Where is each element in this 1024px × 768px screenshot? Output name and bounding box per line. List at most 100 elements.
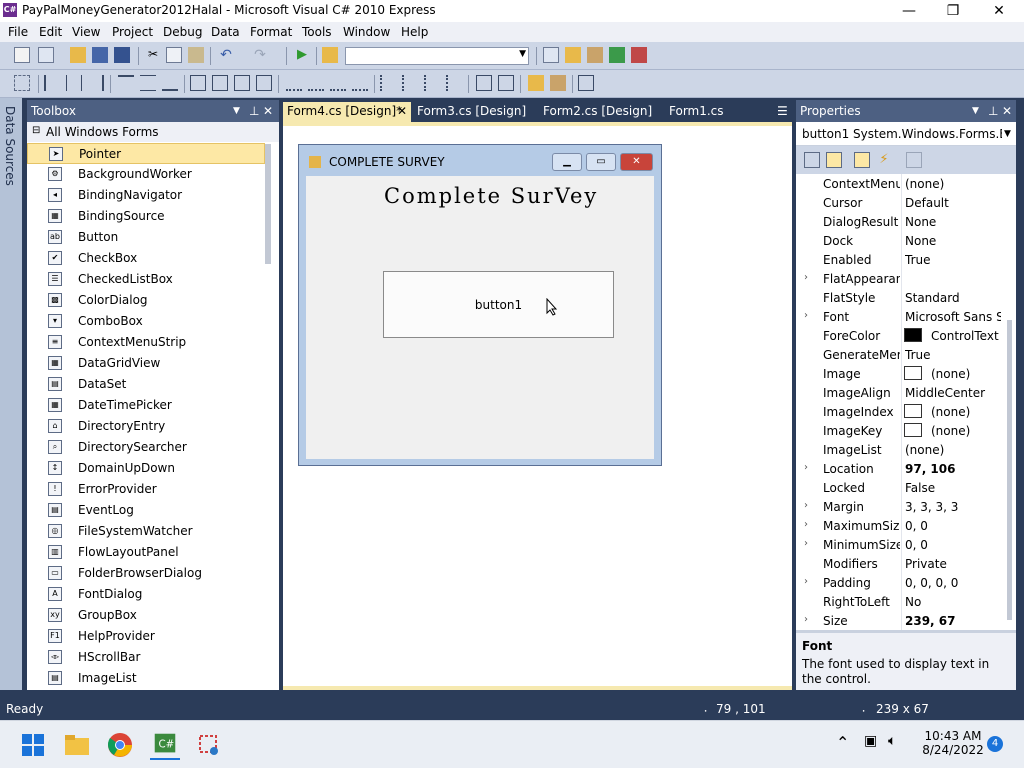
menu-edit[interactable]: Edit (39, 25, 62, 39)
property-row[interactable]: ImageList (none) (796, 440, 1002, 459)
align-rights-icon[interactable] (88, 75, 104, 91)
property-row[interactable]: Locked False (796, 478, 1002, 497)
property-value[interactable]: Default (905, 196, 1001, 210)
make-same-width-icon[interactable] (190, 75, 206, 91)
menu-debug[interactable]: Debug (163, 25, 202, 39)
property-value[interactable]: (none) (931, 424, 1001, 438)
property-value[interactable]: (none) (905, 443, 1001, 457)
property-row[interactable]: Enabled True (796, 250, 1002, 269)
undo-icon[interactable]: ↶ (218, 47, 234, 63)
redo-icon[interactable]: ↷ (252, 47, 268, 63)
file-explorer-icon[interactable] (62, 730, 92, 760)
events-icon[interactable]: ⚡ (876, 152, 892, 168)
menu-project[interactable]: Project (112, 25, 153, 39)
send-to-back-icon[interactable] (550, 75, 566, 91)
toolbox-item[interactable]: ◎ FileSystemWatcher (27, 521, 265, 542)
remove-horizontal-spacing-icon[interactable] (352, 75, 368, 91)
chrome-icon[interactable] (105, 730, 135, 760)
align-middles-icon[interactable] (140, 75, 156, 91)
close-button[interactable]: ✕ (976, 0, 1022, 22)
property-value[interactable]: (none) (931, 405, 1001, 419)
object-selector[interactable]: button1 System.Windows.Forms.Butt ▼ (796, 122, 1016, 146)
expand-icon[interactable]: › (804, 462, 808, 473)
notification-badge[interactable]: 4 (987, 736, 1003, 752)
toolbox-item[interactable]: ▤ EventLog (27, 500, 265, 521)
toolbox-item[interactable]: ◂ BindingNavigator (27, 185, 265, 206)
maximize-button[interactable]: ❐ (930, 0, 976, 22)
property-value[interactable]: Standard (905, 291, 1001, 305)
find-in-files-icon[interactable] (322, 47, 338, 63)
form-client-area[interactable]: Complete SurVey button1 (306, 176, 654, 459)
property-value[interactable]: 3, 3, 3, 3 (905, 500, 1001, 514)
dropdown-icon[interactable]: ▼ (972, 106, 979, 116)
start-debugging-icon[interactable]: ▶ (294, 47, 310, 63)
property-value[interactable]: ControlText (931, 329, 1001, 343)
toolbox-item[interactable]: ▦ BindingSource (27, 206, 265, 227)
property-row[interactable]: GenerateMeml True (796, 345, 1002, 364)
visual-csharp-icon[interactable]: C# (150, 730, 180, 760)
property-grid-scrollbar[interactable] (1007, 320, 1012, 620)
property-value[interactable]: True (905, 253, 1001, 267)
property-value[interactable]: (none) (905, 177, 1001, 191)
show-hidden-icons[interactable]: ⌃ (836, 733, 849, 752)
new-project-icon[interactable] (14, 47, 30, 63)
menu-tools[interactable]: Tools (302, 25, 332, 39)
property-row[interactable]: FlatStyle Standard (796, 288, 1002, 307)
menu-view[interactable]: View (72, 25, 100, 39)
property-row[interactable]: Dock None (796, 231, 1002, 250)
toolbox-item[interactable]: ➤ Pointer (27, 143, 265, 164)
find-combo[interactable]: ▼ (345, 47, 529, 65)
toolbox-item[interactable]: ▥ FlowLayoutPanel (27, 542, 265, 563)
property-value[interactable]: 0, 0 (905, 538, 1001, 552)
property-row[interactable]: ImageIndex (none) (796, 402, 1002, 421)
expand-icon[interactable]: › (804, 310, 808, 321)
property-row[interactable]: › MinimumSize 0, 0 (796, 535, 1002, 554)
menu-data[interactable]: Data (211, 25, 240, 39)
expand-icon[interactable]: › (804, 576, 808, 587)
toolbox-item[interactable]: A FontDialog (27, 584, 265, 605)
center-horizontally-icon[interactable] (476, 75, 492, 91)
property-row[interactable]: › FlatAppearanc (796, 269, 1002, 288)
center-vertically-icon[interactable] (498, 75, 514, 91)
property-row[interactable]: Modifiers Private (796, 554, 1002, 573)
align-to-grid-icon[interactable] (14, 75, 30, 91)
volume-icon[interactable]: 🔈︎ (888, 733, 896, 749)
property-value[interactable]: True (905, 348, 1001, 362)
toolbox-item[interactable]: ↕ DomainUpDown (27, 458, 265, 479)
property-value[interactable]: Private (905, 557, 1001, 571)
toolbox-icon[interactable] (587, 47, 603, 63)
close-icon[interactable]: ✕ (263, 104, 273, 118)
property-row[interactable]: › Padding 0, 0, 0, 0 (796, 573, 1002, 592)
size-to-grid-icon[interactable] (212, 75, 228, 91)
menu-window[interactable]: Window (343, 25, 390, 39)
bring-to-front-icon[interactable] (528, 75, 544, 91)
horizontal-spacing-icon[interactable] (286, 75, 302, 91)
toolbox-item[interactable]: ☰ CheckedListBox (27, 269, 265, 290)
close-icon[interactable]: ✕ (1002, 104, 1012, 118)
tab-form2-design[interactable]: Form2.cs [Design] (539, 102, 656, 122)
toolbox-item[interactable]: ⚙ BackgroundWorker (27, 164, 265, 185)
form-heading-label[interactable]: Complete SurVey (384, 184, 598, 208)
toolbox-item[interactable]: ⌕ DirectorySearcher (27, 437, 265, 458)
decrease-horizontal-spacing-icon[interactable] (330, 75, 346, 91)
tab-order-icon[interactable] (578, 75, 594, 91)
properties-view-icon[interactable] (854, 152, 870, 168)
tab-form1[interactable]: Form1.cs (665, 102, 728, 122)
property-value[interactable]: 0, 0, 0, 0 (905, 576, 1001, 590)
toolbox-item[interactable]: ▤ DataSet (27, 374, 265, 395)
toolbox-item[interactable]: xy GroupBox (27, 605, 265, 626)
toolbox-item[interactable]: ▦ DateTimePicker (27, 395, 265, 416)
open-folder-icon[interactable] (70, 47, 86, 63)
increase-horizontal-spacing-icon[interactable] (308, 75, 324, 91)
tab-list-icon[interactable]: ☰ (773, 102, 792, 122)
categorized-icon[interactable] (804, 152, 820, 168)
menu-file[interactable]: File (8, 25, 28, 39)
increase-vertical-spacing-icon[interactable] (402, 75, 418, 91)
designer-form[interactable]: COMPLETE SURVEY ▁ ▭ ✕ Complete SurVey bu… (298, 144, 662, 466)
toolbox-item[interactable]: ▤ ImageList (27, 668, 265, 689)
expand-icon[interactable]: › (804, 272, 808, 283)
expand-icon[interactable]: › (804, 614, 808, 625)
property-value[interactable]: False (905, 481, 1001, 495)
remove-vertical-spacing-icon[interactable] (446, 75, 462, 91)
property-row[interactable]: › Margin 3, 3, 3, 3 (796, 497, 1002, 516)
